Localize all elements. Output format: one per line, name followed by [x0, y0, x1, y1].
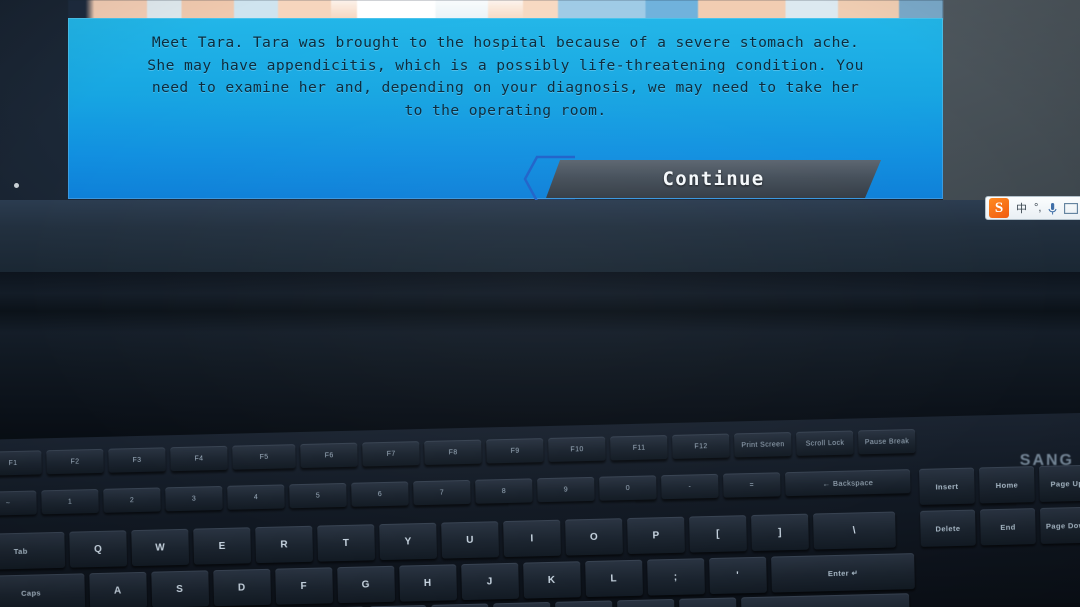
key-l[interactable]: L	[584, 559, 643, 598]
key-p[interactable]: P	[627, 516, 685, 555]
key-f4[interactable]: F4	[170, 445, 228, 472]
photo-of-laptop-screen: Meet Tara. Tara was brought to the hospi…	[0, 0, 1080, 607]
key-9[interactable]: 9	[537, 476, 595, 503]
windows-taskbar: 资讯 最佳 收藏 桌面 无数据 免费功能區 排行榜 与好友一起玩	[0, 200, 1080, 272]
key-u[interactable]: U	[441, 521, 500, 559]
key-print-screen[interactable]: Print Screen	[734, 432, 792, 458]
key-[interactable]: =	[723, 472, 781, 498]
game-character-illustration	[68, 0, 943, 20]
key-[interactable]: ]	[751, 513, 809, 552]
microphone-icon[interactable]	[1048, 202, 1058, 215]
key-m[interactable]: M	[492, 601, 551, 607]
key-tab[interactable]: Tab	[0, 531, 66, 570]
key-[interactable]: ~	[0, 490, 37, 516]
key-f12[interactable]: F12	[672, 433, 730, 459]
key-f8[interactable]: F8	[424, 439, 482, 465]
key-f7[interactable]: F7	[362, 441, 420, 467]
key-r[interactable]: R	[255, 525, 314, 564]
key-w[interactable]: W	[131, 528, 190, 567]
key-q[interactable]: Q	[69, 530, 128, 568]
physical-keyboard[interactable]: F1 F2 F3 F4 F5 F6 F7 F8 F9 F10 F11 F12 Print Screen S…	[0, 412, 1080, 607]
key-5[interactable]: 5	[289, 482, 347, 509]
key-8[interactable]: 8	[475, 478, 533, 504]
key-f2[interactable]: F2	[46, 448, 104, 475]
key-y[interactable]: Y	[379, 522, 438, 561]
key-0[interactable]: 0	[599, 475, 657, 501]
sogou-ime-toolbar[interactable]: S 中 °,	[985, 196, 1080, 220]
key-f11[interactable]: F11	[610, 435, 668, 461]
key-page-up[interactable]: Page Up	[1038, 464, 1080, 502]
key-[interactable]: -	[661, 473, 719, 500]
key-[interactable]: [	[689, 515, 747, 553]
key-f5[interactable]: F5	[232, 444, 296, 470]
continue-button-label: Continue	[662, 168, 765, 190]
key-j[interactable]: J	[460, 562, 519, 601]
desktop-right-panel	[943, 0, 1080, 200]
key-enter[interactable]: Enter ↵	[770, 553, 916, 593]
key-caps[interactable]: Caps	[0, 573, 85, 607]
monitor-screen: Meet Tara. Tara was brought to the hospi…	[0, 0, 1080, 272]
dialog-body-text: Meet Tara. Tara was brought to the hospi…	[147, 34, 864, 119]
ime-punctuation-icon[interactable]: °,	[1034, 202, 1041, 214]
key-g[interactable]: G	[336, 565, 395, 604]
key-7[interactable]: 7	[413, 479, 471, 506]
key-d[interactable]: D	[212, 568, 271, 607]
key-3[interactable]: 3	[165, 485, 223, 512]
key-[interactable]: ;	[646, 558, 705, 596]
continue-button-group[interactable]: Continue	[523, 155, 893, 203]
ime-mode-chinese[interactable]: 中	[1016, 200, 1027, 216]
key-f[interactable]: F	[274, 567, 333, 605]
key-[interactable]: ,	[554, 600, 613, 607]
key-backspace[interactable]: ← Backspace	[785, 469, 911, 497]
key-f9[interactable]: F9	[486, 438, 544, 464]
key-[interactable]: \	[813, 511, 896, 550]
key-f10[interactable]: F10	[548, 436, 606, 462]
key-[interactable]: /	[678, 597, 737, 607]
key-e[interactable]: E	[193, 527, 252, 565]
laptop-brand-label: SANG	[1019, 452, 1074, 469]
key-1[interactable]: 1	[41, 488, 99, 515]
key-h[interactable]: H	[398, 564, 457, 602]
key-home[interactable]: Home	[978, 466, 1035, 504]
key-o[interactable]: O	[565, 518, 623, 556]
key-f6[interactable]: F6	[300, 442, 358, 469]
key-f3[interactable]: F3	[108, 447, 166, 473]
key-insert[interactable]: Insert	[918, 467, 975, 505]
key-scroll-lock[interactable]: Scroll Lock	[796, 430, 854, 456]
continue-button[interactable]: Continue	[546, 160, 881, 198]
key-f1[interactable]: F1	[0, 450, 42, 476]
key-4[interactable]: 4	[227, 484, 285, 510]
key-a[interactable]: A	[88, 571, 147, 607]
key-2[interactable]: 2	[103, 487, 161, 513]
key-6[interactable]: 6	[351, 481, 409, 507]
desktop-cursor-dot	[14, 183, 19, 188]
key-t[interactable]: T	[317, 524, 376, 562]
key-[interactable]: .	[616, 598, 675, 607]
game-dialog-box: Meet Tara. Tara was brought to the hospi…	[68, 18, 943, 203]
key-[interactable]: '	[708, 556, 767, 595]
key-s[interactable]: S	[150, 570, 209, 607]
key-pause-break[interactable]: Pause Break	[858, 429, 916, 455]
sogou-logo-icon[interactable]: S	[989, 198, 1009, 218]
key-k[interactable]: K	[522, 561, 581, 599]
key-i[interactable]: I	[503, 519, 562, 558]
ime-keyboard-icon[interactable]	[1064, 202, 1079, 214]
key-n[interactable]: N	[430, 603, 489, 607]
